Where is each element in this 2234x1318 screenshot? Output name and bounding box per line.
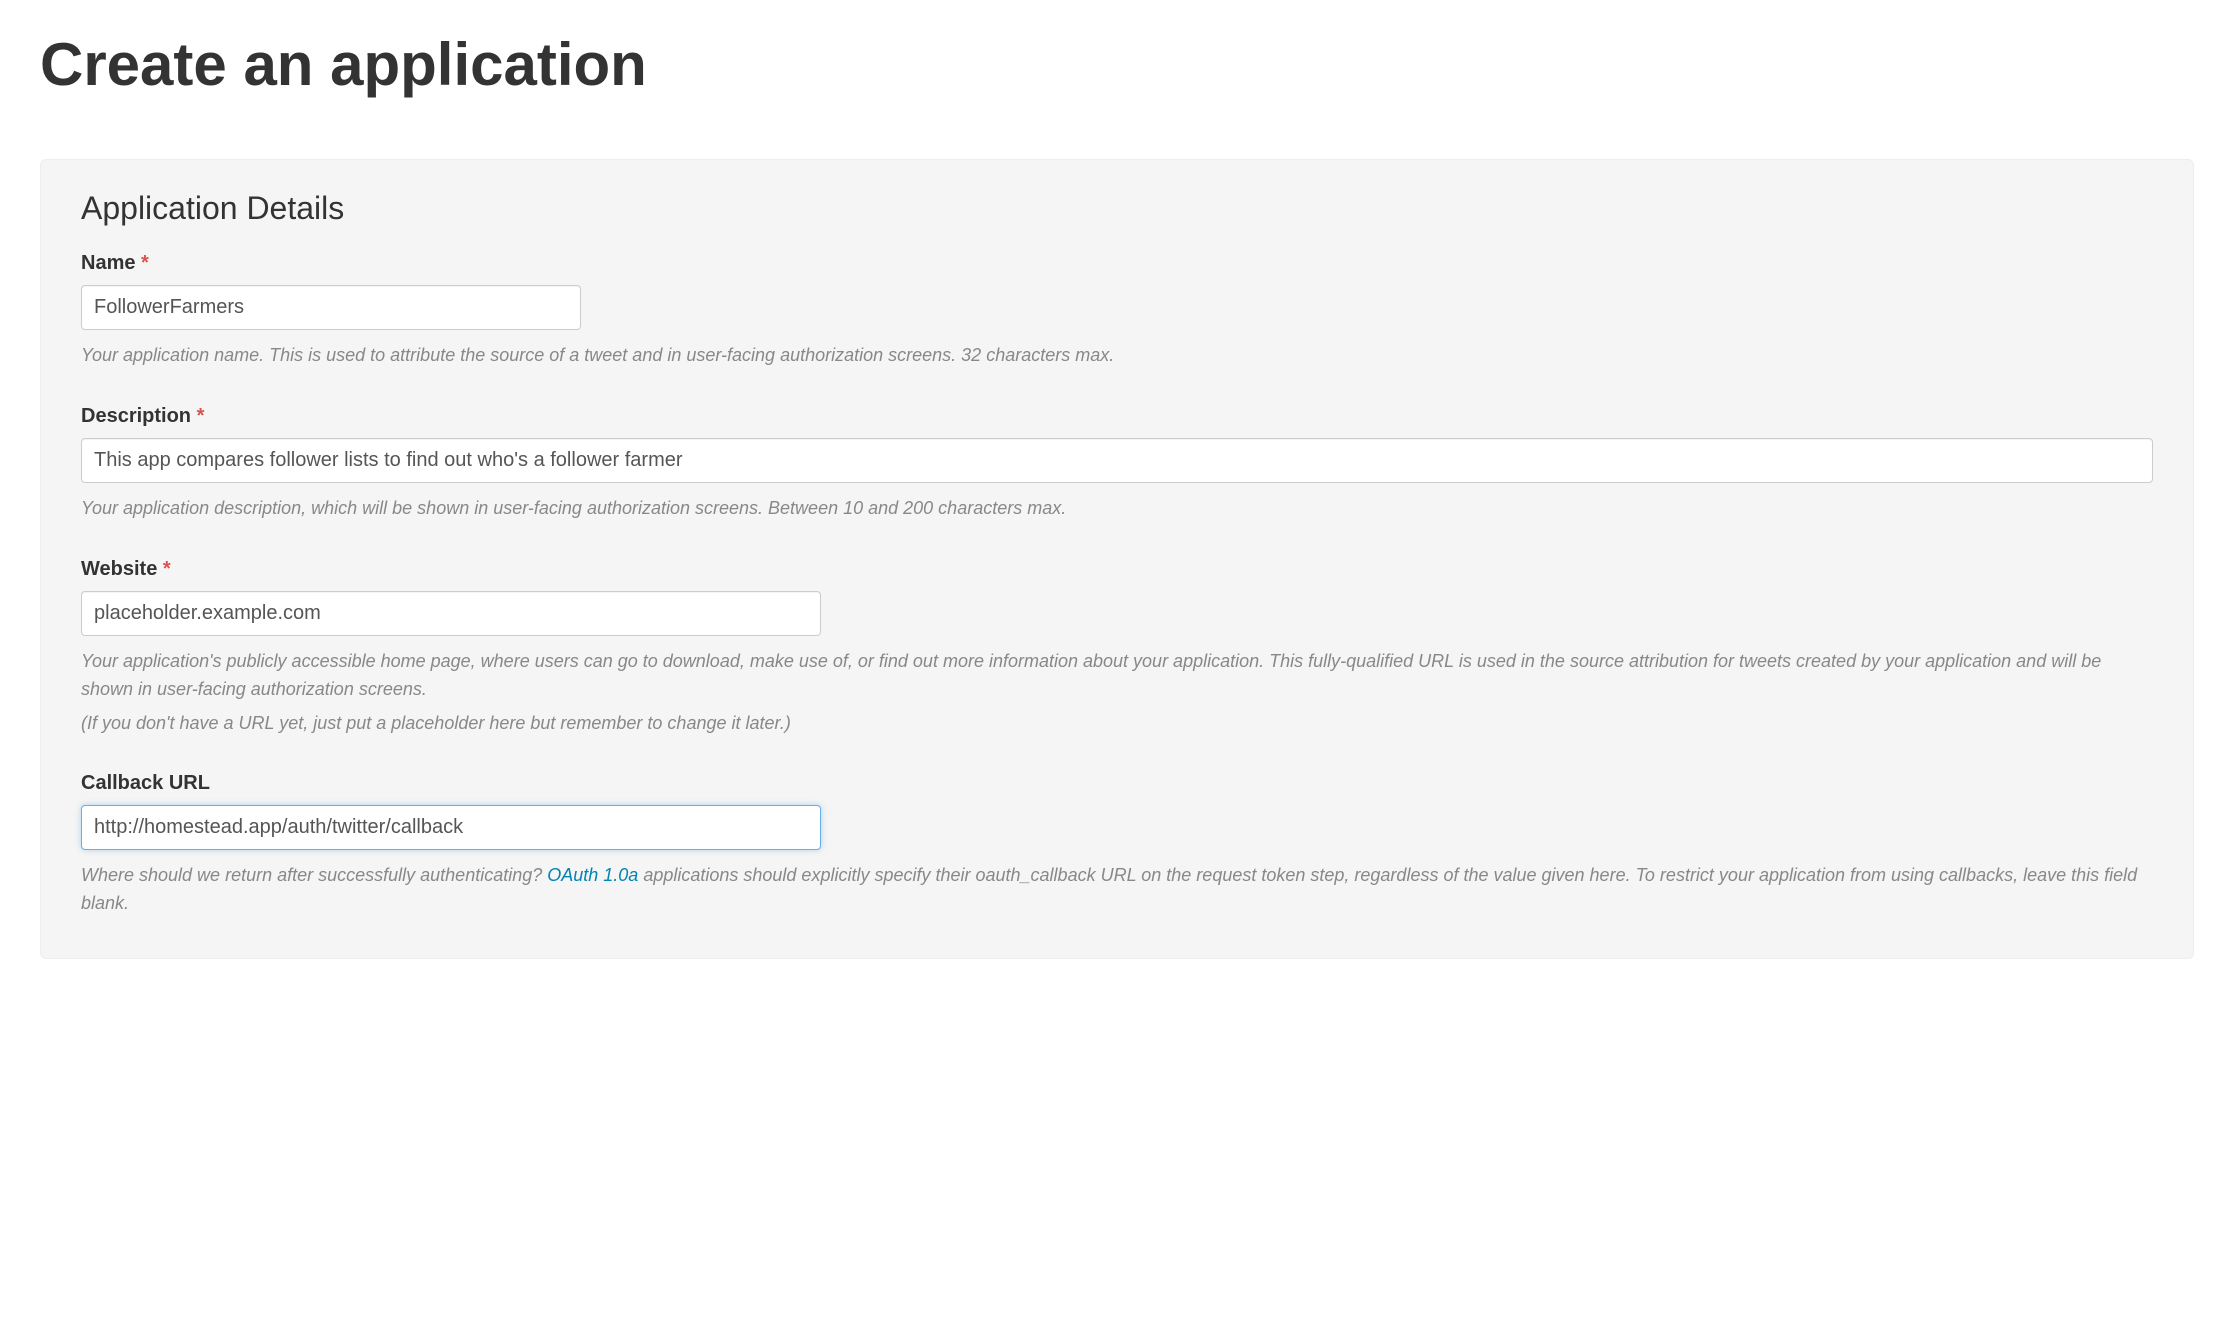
callback-input[interactable] [81,805,821,850]
website-label-text: Website [81,558,157,580]
website-help-text-1: Your application's publicly accessible h… [81,651,2101,699]
required-star-icon: * [141,252,149,274]
website-label: Website * [81,558,2153,581]
description-label: Description * [81,405,2153,428]
oauth-link[interactable]: OAuth 1.0a [547,865,638,885]
name-group: Name * Your application name. This is us… [81,252,2153,370]
website-help-text-2: (If you don't have a URL yet, just put a… [81,710,2153,738]
name-help: Your application name. This is used to a… [81,342,2153,370]
website-help: Your application's publicly accessible h… [81,648,2153,738]
description-input[interactable] [81,438,2153,483]
name-label: Name * [81,252,2153,275]
name-input[interactable] [81,285,581,330]
description-group: Description * Your application descripti… [81,405,2153,523]
callback-label: Callback URL [81,772,2153,795]
description-help: Your application description, which will… [81,495,2153,523]
website-input[interactable] [81,591,821,636]
callback-help-pre: Where should we return after successfull… [81,865,547,885]
page-title: Create an application [40,30,2194,99]
required-star-icon: * [163,558,171,580]
description-label-text: Description [81,405,191,427]
callback-label-text: Callback URL [81,772,210,794]
panel-heading: Application Details [81,190,2153,227]
name-label-text: Name [81,252,135,274]
application-details-panel: Application Details Name * Your applicat… [40,159,2194,959]
website-group: Website * Your application's publicly ac… [81,558,2153,738]
callback-group: Callback URL Where should we return afte… [81,772,2153,918]
required-star-icon: * [197,405,205,427]
callback-help: Where should we return after successfull… [81,862,2153,918]
